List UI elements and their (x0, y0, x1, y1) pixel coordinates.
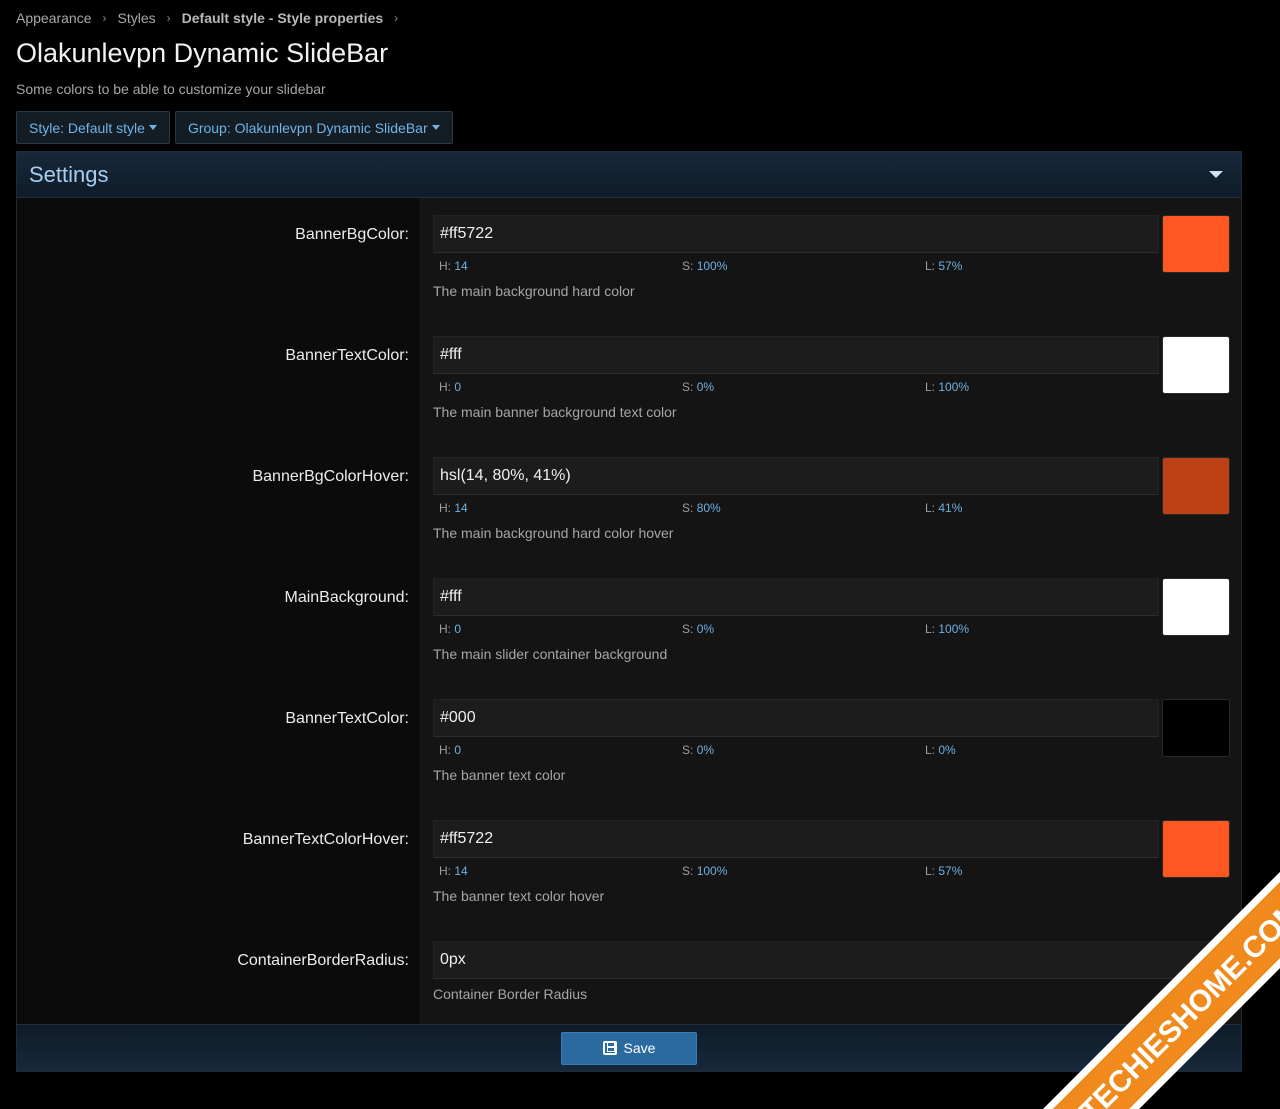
chevron-right-icon: › (102, 11, 107, 25)
lightness-value: 0% (938, 743, 956, 757)
color-input[interactable]: #ff5722 (433, 820, 1159, 858)
setting-label: MainBackground: (284, 589, 409, 606)
saturation-label: S: (682, 380, 694, 394)
lightness-value: 100% (938, 380, 970, 394)
hue-label: H: (439, 501, 451, 515)
saturation-value: 100% (696, 259, 728, 273)
lightness-label: L: (925, 743, 936, 757)
hue-value: 0 (454, 743, 462, 757)
hue-value: 0 (454, 380, 462, 394)
label-column (17, 198, 421, 1024)
save-icon (602, 1041, 617, 1055)
group-filter-button[interactable]: Group: Olakunlevpn Dynamic SlideBar (174, 111, 453, 144)
chevron-right-icon: › (394, 11, 399, 25)
hue-label: H: (439, 743, 451, 757)
color-swatch[interactable] (1162, 215, 1230, 273)
saturation-value: 100% (696, 864, 728, 878)
setting-explain: The main background hard color (433, 283, 635, 299)
lightness-value: 57% (938, 864, 963, 878)
style-filter-label: Style: Default style (29, 119, 145, 136)
lightness-label: L: (925, 380, 936, 394)
settings-header[interactable]: Settings (17, 152, 1241, 198)
hue-label: H: (439, 380, 451, 394)
setting-label: ContainerBorderRadius: (237, 952, 409, 969)
saturation-label: S: (682, 622, 694, 636)
color-input[interactable]: #fff (433, 578, 1159, 616)
saturation-value: 0% (696, 380, 715, 394)
breadcrumb-appearance[interactable]: Appearance (16, 10, 92, 26)
lightness-value: 100% (938, 622, 970, 636)
color-swatch[interactable] (1162, 578, 1230, 636)
color-swatch[interactable] (1162, 699, 1230, 757)
setting-explain: The main banner background text color (433, 404, 677, 420)
breadcrumb-styles[interactable]: Styles (118, 10, 156, 26)
saturation-label: S: (682, 501, 694, 515)
setting-label: BannerBgColor: (295, 226, 409, 243)
settings-rows: BannerBgColor: #ff5722 H: 14 S: 100% L: … (17, 198, 1241, 1024)
form-footer: Save (17, 1024, 1241, 1071)
hue-label: H: (439, 622, 451, 636)
filter-bar: Style: Default style Group: Olakunlevpn … (16, 111, 453, 144)
setting-explain: The banner text color hover (433, 888, 605, 904)
chevron-right-icon: › (166, 11, 171, 25)
hue-value: 0 (454, 622, 462, 636)
setting-explain: The banner text color (433, 767, 566, 783)
text-input[interactable]: 0px (433, 941, 1229, 979)
breadcrumb: Appearance › Styles › Default style - St… (16, 10, 409, 26)
settings-title: Settings (29, 161, 109, 187)
saturation-label: S: (682, 259, 694, 273)
lightness-value: 41% (938, 501, 963, 515)
hue-value: 14 (454, 259, 468, 273)
lightness-label: L: (925, 501, 936, 515)
saturation-label: S: (682, 743, 694, 757)
hue-label: H: (439, 864, 451, 878)
chevron-down-icon[interactable] (1209, 171, 1223, 178)
color-swatch[interactable] (1162, 336, 1230, 394)
color-swatch[interactable] (1162, 457, 1230, 515)
group-filter-label: Group: Olakunlevpn Dynamic SlideBar (187, 119, 428, 136)
lightness-value: 57% (938, 259, 963, 273)
setting-label: BannerBgColorHover: (252, 468, 409, 485)
color-swatch[interactable] (1162, 820, 1230, 878)
settings-block: Settings BannerBgColor: #ff5722 H: 14 S:… (16, 151, 1242, 1072)
page-description: Some colors to be able to customize your… (16, 81, 326, 97)
style-filter-button[interactable]: Style: Default style (16, 111, 170, 144)
caret-down-icon (431, 125, 440, 130)
setting-explain: The main slider container background (433, 646, 668, 662)
saturation-value: 0% (696, 743, 715, 757)
save-button[interactable]: Save (561, 1031, 697, 1065)
saturation-value: 80% (696, 501, 721, 515)
color-input[interactable]: hsl(14, 80%, 41%) (433, 457, 1159, 495)
breadcrumb-style-properties[interactable]: Default style - Style properties (182, 10, 384, 26)
hue-value: 14 (454, 501, 468, 515)
setting-label: BannerTextColor: (285, 710, 409, 727)
lightness-label: L: (925, 622, 936, 636)
color-input[interactable]: #000 (433, 699, 1159, 737)
setting-explain: Container Border Radius (433, 986, 588, 1002)
save-label: Save (623, 1040, 656, 1056)
setting-explain: The main background hard color hover (433, 525, 674, 541)
color-input[interactable]: #ff5722 (433, 215, 1159, 253)
color-input[interactable]: #fff (433, 336, 1159, 374)
saturation-label: S: (682, 864, 694, 878)
setting-label: BannerTextColor: (285, 347, 409, 364)
lightness-label: L: (925, 259, 936, 273)
page-title: Olakunlevpn Dynamic SlideBar (16, 38, 389, 68)
caret-down-icon (148, 125, 157, 130)
hue-label: H: (439, 259, 451, 273)
lightness-label: L: (925, 864, 936, 878)
hue-value: 14 (454, 864, 468, 878)
setting-label: BannerTextColorHover: (242, 831, 409, 848)
saturation-value: 0% (696, 622, 715, 636)
